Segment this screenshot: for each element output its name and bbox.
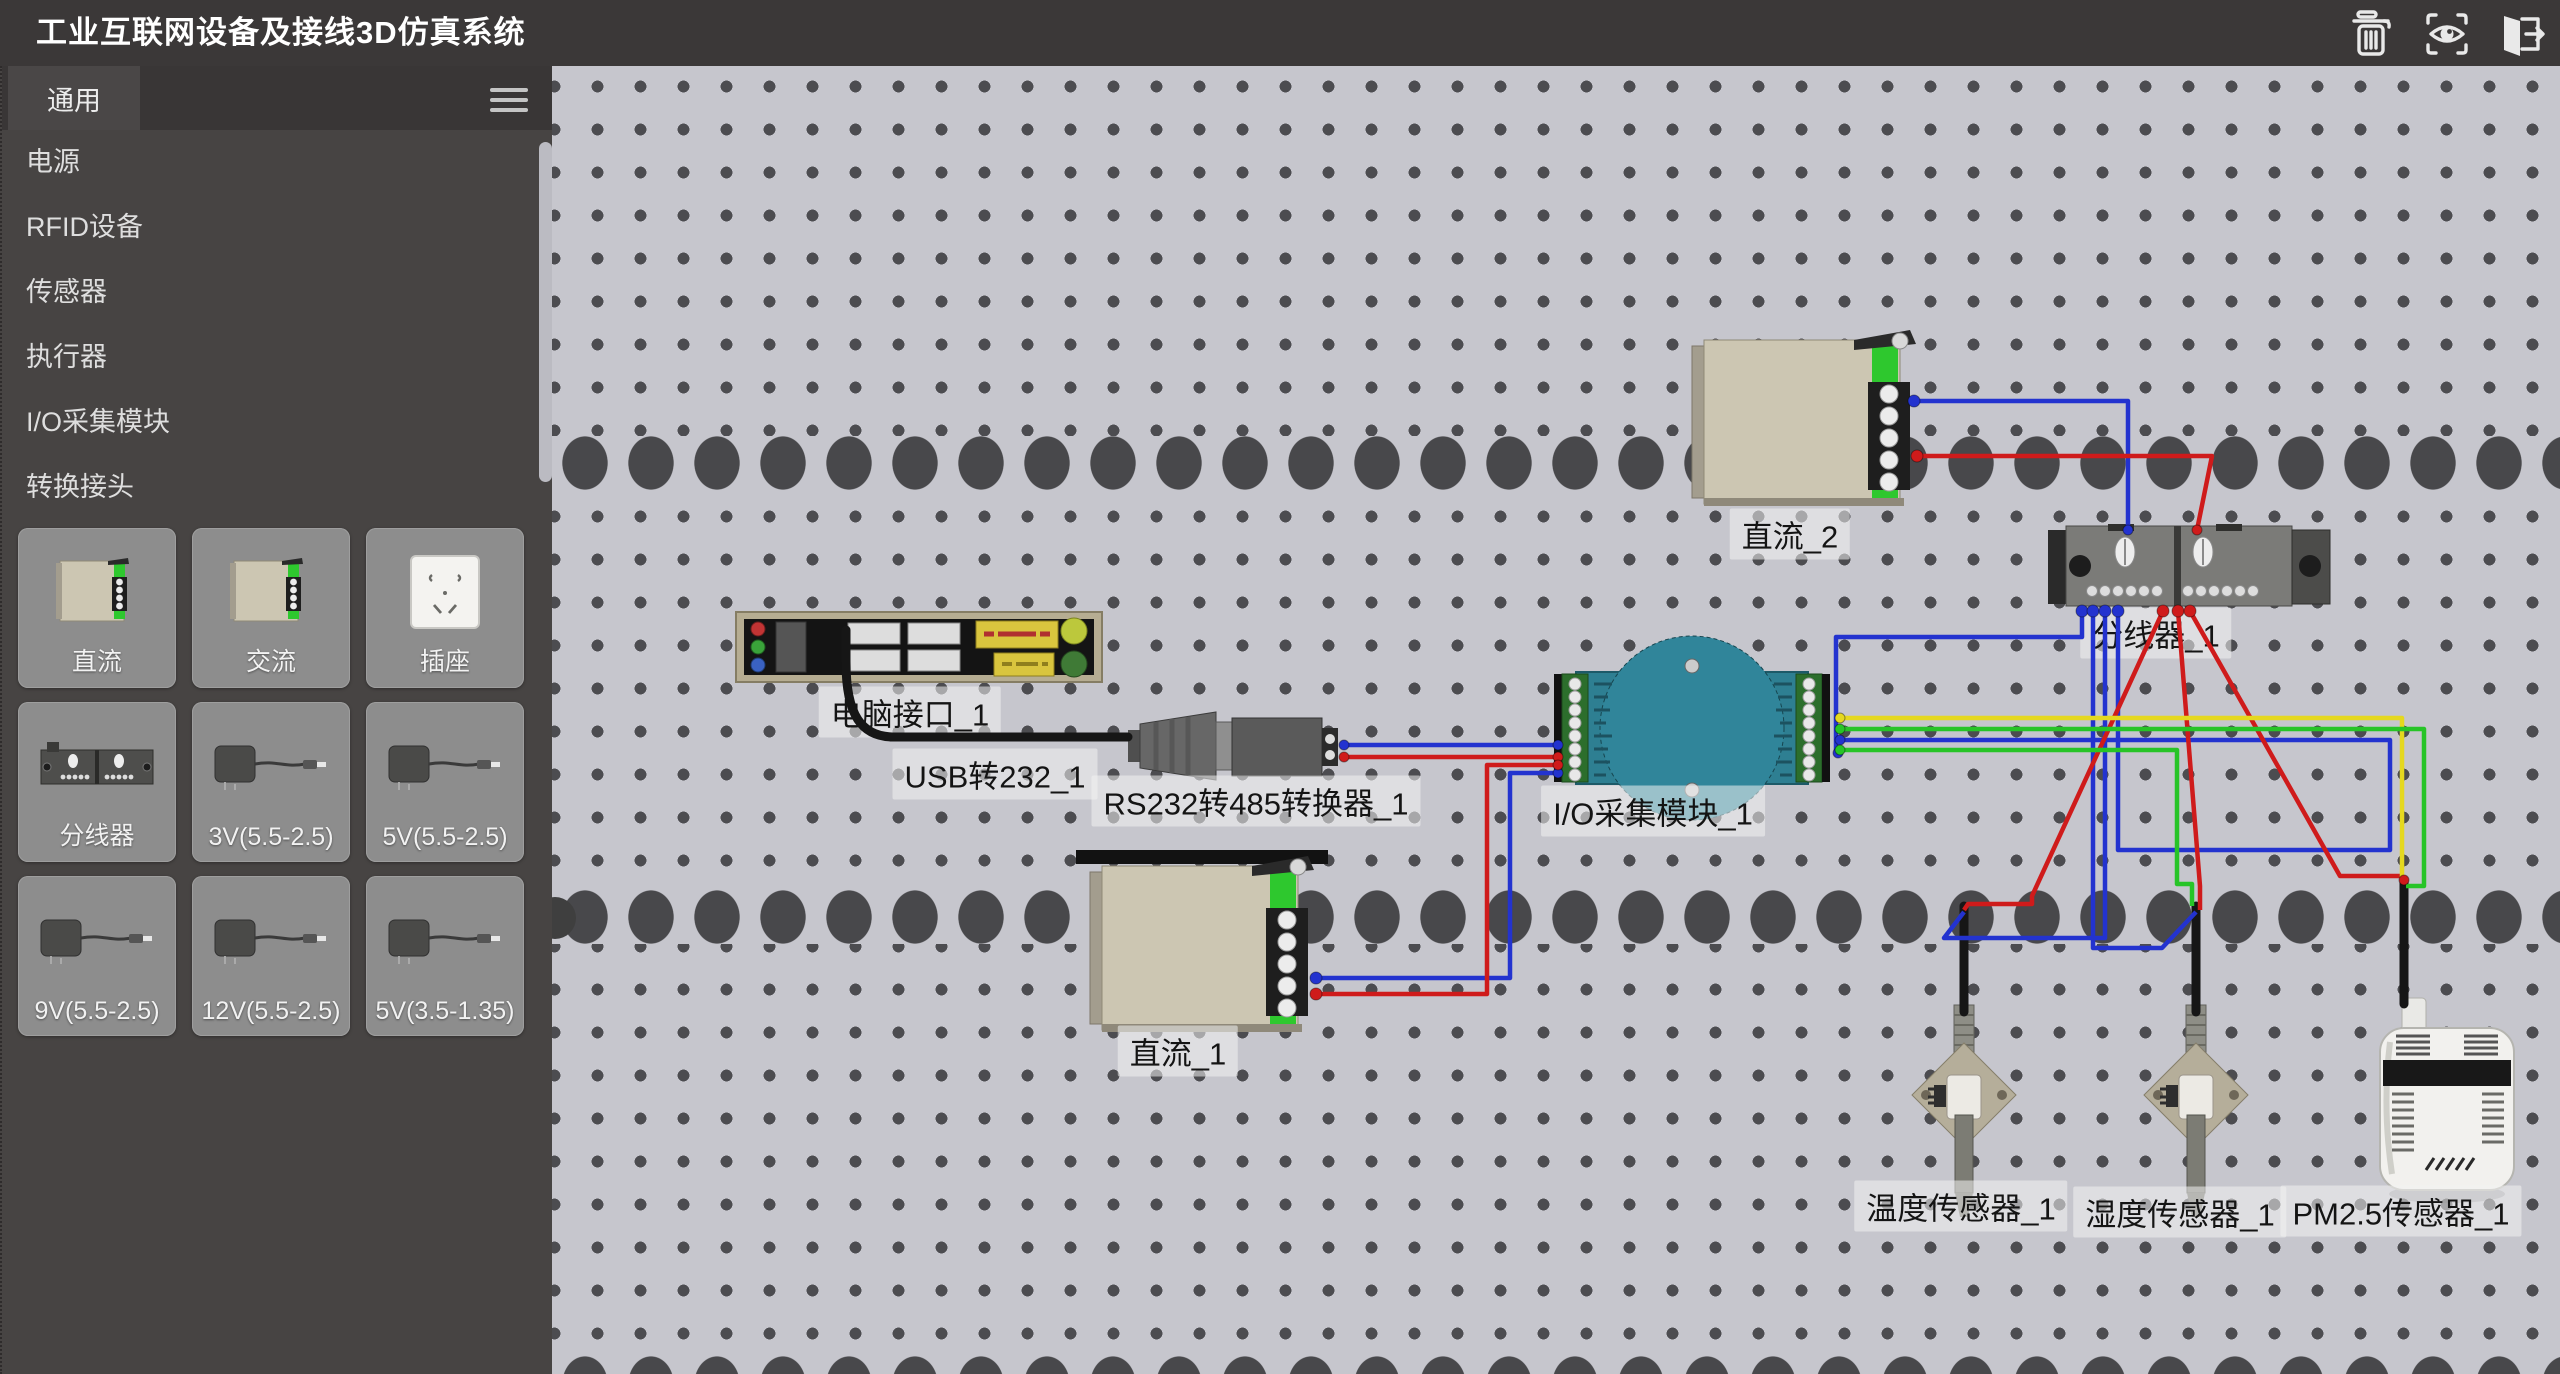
ac-power-supply-icon (192, 540, 350, 644)
palette-card-9v[interactable]: 9V(5.5-2.5) (18, 876, 176, 1036)
palette-card-3v[interactable]: 3V(5.5-2.5) (192, 702, 350, 862)
preview-eye-icon[interactable] (2422, 9, 2472, 59)
palette-card-splitter[interactable]: 分线器 (18, 702, 176, 862)
power-adapter-icon (192, 888, 350, 992)
device-palette: 直流 交流 (18, 528, 524, 1036)
pegboard-hole-band (552, 436, 2560, 490)
pegboard-hole-band (552, 890, 2560, 944)
sidebar-scrollbar[interactable] (539, 142, 552, 482)
label-temp: 温度传感器_1 (1854, 1181, 2067, 1232)
palette-card-5v-small[interactable]: 5V(3.5-1.35) (366, 876, 524, 1036)
wall-socket-icon (366, 540, 524, 644)
menu-item-sensor[interactable]: 传感器 (2, 260, 552, 325)
label-rs485: RS232转485转换器_1 (1092, 776, 1421, 827)
titlebar-actions (2348, 9, 2546, 59)
label-io: I/O采集模块_1 (1541, 786, 1765, 837)
exit-icon[interactable] (2496, 9, 2546, 59)
sidebar-header: 通用 (2, 66, 552, 130)
menu-item-actuator[interactable]: 执行器 (2, 325, 552, 390)
sidebar: 通用 电源 RFID设备 传感器 执行器 I/O采集模块 转换接头 (0, 66, 552, 1374)
palette-card-12v[interactable]: 12V(5.5-2.5) (192, 876, 350, 1036)
dc-power-supply-icon (18, 540, 176, 644)
label-pc: 电脑接口_1 (819, 687, 1001, 738)
app-title: 工业互联网设备及接线3D仿真系统 (36, 0, 526, 66)
label-dc1: 直流_1 (1118, 1026, 1238, 1077)
palette-card-socket[interactable]: 插座 (366, 528, 524, 688)
label-dc2: 直流_2 (1730, 509, 1850, 560)
pegboard-hole-band (552, 1352, 2560, 1374)
palette-card-5v[interactable]: 5V(5.5-2.5) (366, 702, 524, 862)
label-splitter: 分线器_1 (2080, 608, 2231, 659)
menu-icon[interactable] (490, 82, 528, 116)
power-adapter-icon (192, 714, 350, 818)
menu-item-adapter[interactable]: 转换接头 (2, 455, 552, 520)
menu-item-rfid[interactable]: RFID设备 (2, 195, 552, 260)
category-menu: 电源 RFID设备 传感器 执行器 I/O采集模块 转换接头 (2, 130, 552, 520)
trash-icon[interactable] (2348, 9, 2398, 59)
label-pm25: PM2.5传感器_1 (2280, 1186, 2521, 1237)
splitter-icon (18, 714, 176, 818)
power-adapter-icon (18, 888, 176, 992)
label-humi: 湿度传感器_1 (2073, 1187, 2286, 1238)
palette-card-dc[interactable]: 直流 (18, 528, 176, 688)
power-adapter-icon (366, 714, 524, 818)
menu-item-power[interactable]: 电源 (2, 130, 552, 195)
label-usb232: USB转232_1 (893, 749, 1098, 800)
menu-item-io-module[interactable]: I/O采集模块 (2, 390, 552, 455)
title-bar: 工业互联网设备及接线3D仿真系统 (0, 0, 2560, 66)
power-adapter-icon (366, 888, 524, 992)
palette-card-ac[interactable]: 交流 (192, 528, 350, 688)
tab-general[interactable]: 通用 (8, 66, 140, 130)
